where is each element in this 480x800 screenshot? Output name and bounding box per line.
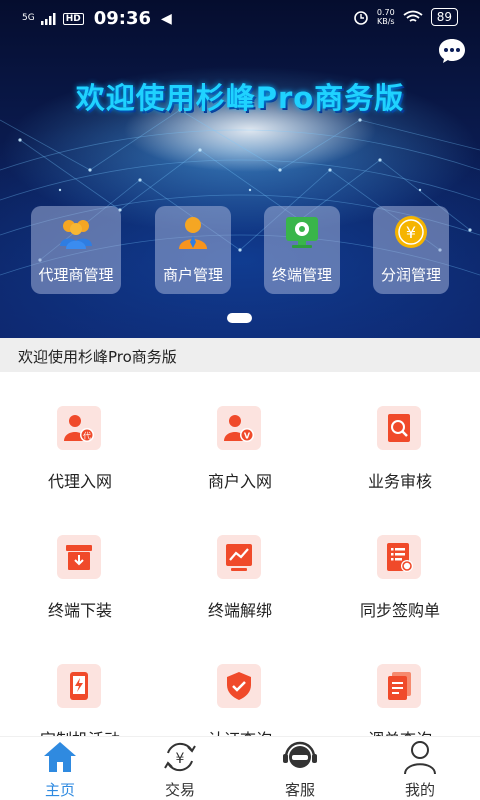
hero-title: 欢迎使用杉峰Pro商务版	[75, 81, 405, 115]
grid-item-terminal-download[interactable]: 终端下装	[0, 535, 160, 645]
chat-bubble-icon[interactable]	[438, 38, 466, 64]
grid-item-label: 终端下装	[47, 601, 112, 620]
shield-check-icon	[227, 672, 251, 700]
tab-transactions[interactable]: ¥ 交易	[120, 737, 240, 800]
yen-exchange-icon: ¥	[164, 742, 196, 772]
grid-item-business-review[interactable]: 业务审核	[320, 406, 480, 516]
bottom-navigation: 主页 ¥ 交易 客服 我的	[0, 736, 480, 800]
hd-badge: HD	[62, 12, 84, 25]
notice-text: 欢迎使用杉峰Pro商务版	[18, 348, 177, 366]
alarm-icon	[354, 11, 368, 25]
tab-customer-service[interactable]: 客服	[240, 737, 360, 800]
svg-text:¥: ¥	[406, 223, 416, 242]
hero-banner: 5G HD 09:36 ◀ 0.70 KB/s 89 欢迎使用杉峰Pro商务版 …	[0, 0, 480, 338]
quick-action-label: 代理商管理	[38, 266, 114, 284]
grid-item-agent-register[interactable]: 代 代理入网	[0, 406, 160, 516]
tab-label: 交易	[164, 781, 195, 799]
wifi-icon	[403, 10, 423, 22]
svg-text:代: 代	[83, 431, 91, 441]
grid-item-label: 商户入网	[207, 472, 272, 491]
signal-icon	[40, 12, 56, 25]
grid-item-merchant-register[interactable]: V 商户入网	[160, 406, 320, 516]
tab-profile[interactable]: 我的	[360, 737, 480, 800]
clock: 09:36	[93, 8, 152, 29]
quick-action-terminal-management[interactable]: 终端管理	[264, 206, 340, 294]
notice-bar: 欢迎使用杉峰Pro商务版	[0, 338, 480, 372]
quick-action-label: 分润管理	[380, 266, 441, 284]
quick-action-profit-sharing[interactable]: ¥ 分润管理	[373, 206, 449, 294]
user-icon	[404, 741, 436, 775]
home-icon	[44, 742, 76, 772]
grid-item-label: 同步签购单	[359, 601, 440, 620]
phone-lightning-icon	[70, 672, 88, 700]
status-bar: 5G HD 09:36 ◀ 0.70 KB/s 89	[0, 0, 480, 36]
tab-label: 主页	[44, 781, 75, 799]
merchant-register-icon: V	[224, 415, 254, 442]
merchant-person-icon	[179, 217, 207, 249]
yen-coin-icon: ¥	[395, 216, 427, 248]
document-search-icon	[388, 414, 410, 442]
svg-text:V: V	[244, 432, 251, 441]
svg-text:¥: ¥	[176, 751, 185, 767]
carousel-indicator[interactable]	[227, 313, 252, 323]
tab-home[interactable]: 主页	[0, 737, 120, 800]
battery-indicator: 89	[430, 8, 458, 26]
list-sync-icon	[387, 543, 413, 572]
download-box-icon	[66, 545, 92, 570]
grid-item-terminal-unbind[interactable]: 终端解绑	[160, 535, 320, 645]
grid-item-sync-receipt[interactable]: 同步签购单	[320, 535, 480, 645]
document-stack-icon	[388, 672, 411, 700]
terminal-monitor-icon	[286, 217, 318, 248]
chart-monitor-icon	[226, 544, 252, 571]
telegram-icon: ◀	[161, 10, 172, 27]
agent-group-icon	[60, 220, 92, 249]
headset-icon	[283, 741, 317, 768]
quick-action-merchant-management[interactable]: 商户管理	[155, 206, 231, 294]
quick-action-label: 商户管理	[162, 266, 223, 284]
network-type: 5G	[22, 13, 35, 23]
grid-item-label: 代理入网	[47, 472, 112, 491]
agent-register-icon: 代	[64, 415, 94, 442]
tab-label: 我的	[404, 781, 435, 799]
quick-action-agent-management[interactable]: 代理商管理	[31, 206, 121, 294]
network-speed: 0.70 KB/s	[376, 8, 395, 26]
tab-label: 客服	[284, 781, 315, 799]
grid-item-label: 业务审核	[367, 472, 432, 491]
quick-action-label: 终端管理	[271, 266, 332, 284]
grid-item-label: 终端解绑	[207, 601, 272, 620]
